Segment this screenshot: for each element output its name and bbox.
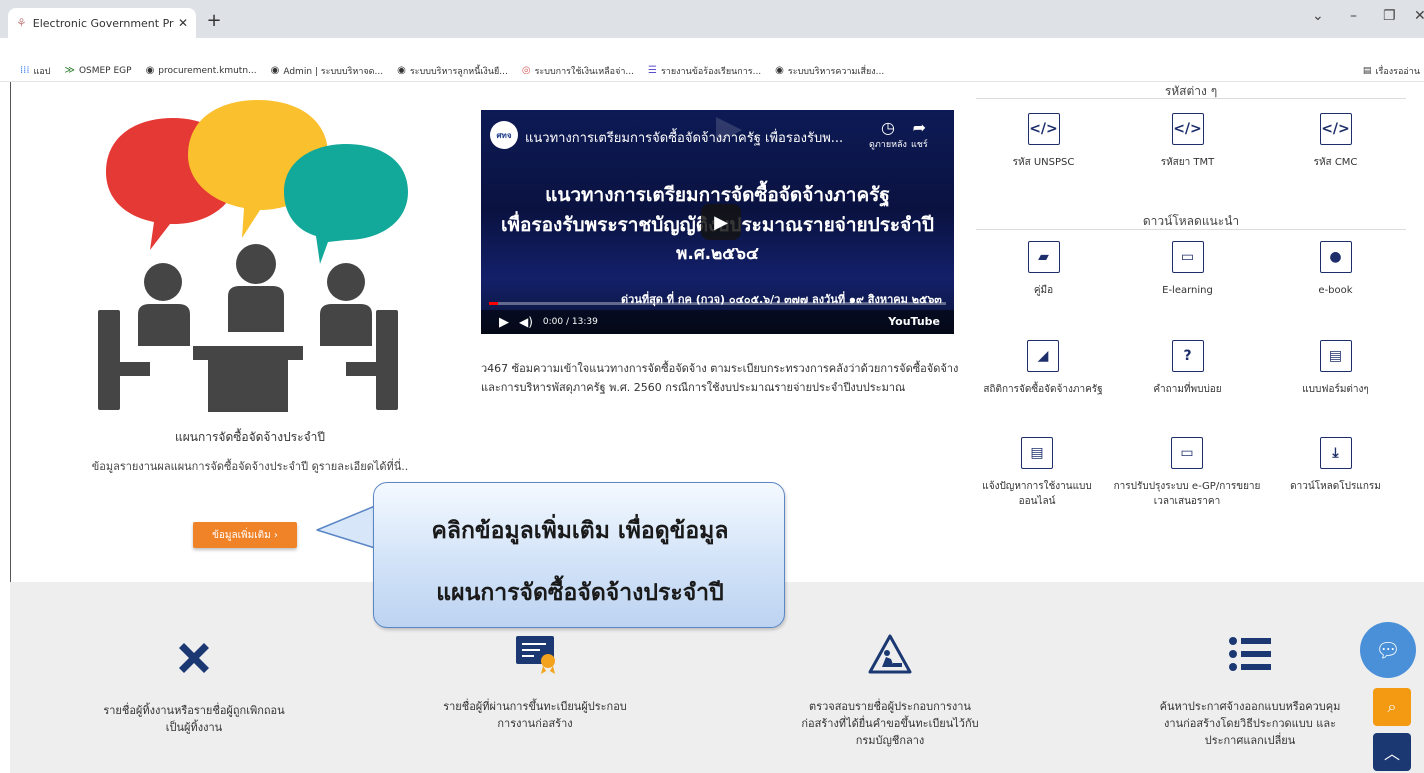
youtube-video-embed[interactable]: ▶ ศทจ แนวทางการเตรียมการจัดซื้อจัดจ้างภา… xyxy=(481,110,954,334)
globe-icon: ◉ xyxy=(775,65,784,76)
bookmark-procurement[interactable]: ◉ procurement.kmutn... xyxy=(146,65,257,76)
close-tab-icon[interactable]: ✕ xyxy=(178,16,188,30)
bookmark-risk[interactable]: ◉ ระบบบริหารความเสี่ยง... xyxy=(775,64,884,78)
volume-icon[interactable]: ◀) xyxy=(519,315,533,329)
address-bar xyxy=(0,38,1424,60)
apps-icon: ⁞⁞⁞ xyxy=(20,65,30,76)
instruction-callout: คลิกข้อมูลเพิ่มเติม เพื่อดูข้อมูล แผนการ… xyxy=(373,482,785,628)
minimize-icon[interactable]: – xyxy=(1350,8,1357,24)
download-elearning-tile[interactable]: ▭ E-learning xyxy=(1116,241,1259,298)
chart-icon: ◢ xyxy=(1027,340,1059,372)
video-control-bar: ▶ ◀) 0:00 / 13:39 xyxy=(481,310,954,334)
back-to-top-button[interactable]: ︿ xyxy=(1373,733,1411,771)
meeting-illustration xyxy=(98,100,408,412)
plan-description[interactable]: ข้อมูลรายงานผลแผนการจัดซื้อจัดจ้างประจำป… xyxy=(0,457,500,475)
download-icon: ⤓ xyxy=(1319,437,1352,469)
restore-icon[interactable]: ❐ xyxy=(1383,8,1396,24)
callout-pointer xyxy=(316,505,376,549)
download-faq-tile[interactable]: ? คำถามที่พบบ่อย xyxy=(1116,340,1259,397)
monitor-icon: ▭ xyxy=(1171,241,1204,273)
registered-contractors-link[interactable]: รายชื่อผู้ที่ผ่านการขึ้นทะเบียนผู้ประกอบ… xyxy=(415,632,655,732)
video-description: ว467 ซ้อมความเข้าใจแนวทางการจัดซื้อจัดจ้… xyxy=(481,362,959,394)
download-program-tile[interactable]: ⤓ ดาวน์โหลดโปรแกรม xyxy=(1264,437,1407,494)
list-icon xyxy=(1130,632,1370,676)
code-icon: </> xyxy=(1171,113,1204,145)
chevron-double-icon: ≫ xyxy=(64,65,75,76)
chat-icon: 💬︎ xyxy=(1375,638,1401,662)
globe-icon: ◉ xyxy=(397,65,406,76)
bookmarks-bar: ⁞⁞⁞ แอป ≫ OSMEP EGP ◉ procurement.kmutn... … xyxy=(0,60,1424,82)
document-icon: ▤ xyxy=(1021,437,1053,469)
code-unspsc-tile[interactable]: </> รหัส UNSPSC xyxy=(972,113,1115,170)
channel-avatar[interactable]: ศทจ xyxy=(490,121,518,149)
watch-later-button[interactable]: ◷ ดูภายหลัง xyxy=(869,118,907,151)
browser-tab[interactable]: ⚘ Electronic Government Procurem ✕ xyxy=(8,8,196,38)
download-forms-tile[interactable]: ▤ แบบฟอร์มต่างๆ xyxy=(1264,340,1407,397)
bookmark-budget[interactable]: ◎ ระบบการใช้เงินเหลือจ่า... xyxy=(522,64,634,78)
code-tmt-tile[interactable]: </> รหัสยา TMT xyxy=(1116,113,1259,170)
x-icon xyxy=(74,636,314,680)
tab-title: Electronic Government Procurem xyxy=(32,16,174,30)
globe-icon: ◉ xyxy=(145,65,155,76)
browser-tab-bar: ⚘ Electronic Government Procurem ✕ + ⌄ –… xyxy=(0,0,1424,38)
video-title[interactable]: แนวทางการเตรียมการจัดซื้อจัดจ้างภาครัฐ เ… xyxy=(525,127,870,148)
share-button[interactable]: ➦ แชร์ xyxy=(911,118,928,151)
egp-update-tile[interactable]: ▭ การปรับปรุงระบบ e-GP/การขยายเวลาเสนอรา… xyxy=(1112,437,1262,509)
code-icon: </> xyxy=(1319,113,1352,145)
construction-icon xyxy=(770,632,1010,676)
question-icon: ? xyxy=(1171,340,1204,372)
search-icon: ⌕ xyxy=(1387,697,1397,716)
callout-line2: แผนการจัดซื้อจัดจ้างประจำปี xyxy=(436,580,724,606)
clock-icon: ◷ xyxy=(880,118,895,137)
bookmark-apps[interactable]: ⁞⁞⁞ แอป xyxy=(20,64,50,78)
seal-icon: ◎ xyxy=(521,65,531,76)
downloads-divider xyxy=(976,229,1406,230)
callout-line1: คลิกข้อมูลเพิ่มเติม เพื่อดูข้อมูล xyxy=(431,518,729,544)
code-cmc-tile[interactable]: </> รหัส CMC xyxy=(1264,113,1407,170)
reading-list[interactable]: ▤ เรื่องรออ่าน xyxy=(1363,64,1420,78)
play-button[interactable]: ▶ xyxy=(701,204,741,240)
bookmark-debtor[interactable]: ◉ ระบบบริหารลูกหนี้เงินยื... xyxy=(397,64,508,78)
book-icon: ▰ xyxy=(1027,241,1060,273)
tab-search-icon[interactable]: ⌄ xyxy=(1312,8,1324,24)
play-control-icon[interactable]: ▶ xyxy=(499,315,509,330)
bookmark-osmep[interactable]: ≫ OSMEP EGP xyxy=(64,65,131,76)
plan-title: แผนการจัดซื้อจัดจ้างประจำปี xyxy=(175,430,325,444)
new-tab-button[interactable]: + xyxy=(204,10,224,31)
download-stats-tile[interactable]: ◢ สถิติการจัดซื้อจัดจ้างภาครัฐ xyxy=(968,340,1118,397)
bookmark-admin[interactable]: ◉ Admin | ระบบบริหาจด... xyxy=(271,64,384,78)
search-button[interactable]: ⌕ xyxy=(1373,688,1411,726)
more-info-button[interactable]: ข้อมูลเพิ่มเติม › xyxy=(193,522,297,548)
certificate-icon xyxy=(415,632,655,676)
reading-list-icon: ▤ xyxy=(1362,66,1372,76)
bookmark-complaints[interactable]: ☰ รายงานข้อร้องเรียนการ... xyxy=(648,64,761,78)
tablet-icon: ● xyxy=(1319,241,1352,273)
chevron-up-icon: ︿ xyxy=(1383,744,1400,763)
monitor-icon: ▭ xyxy=(1171,437,1203,469)
design-contest-link[interactable]: ค้นหาประกาศจ้างออกแบบหรือควบคุม งานก่อสร้… xyxy=(1130,632,1370,749)
close-window-icon[interactable]: ✕ xyxy=(1414,8,1424,24)
video-caption-line3: พ.ศ.๒๕๖๔ xyxy=(676,244,759,264)
play-icon: ▶ xyxy=(714,211,728,233)
video-progress-bar[interactable] xyxy=(489,302,946,305)
chat-button[interactable]: 💬︎ xyxy=(1360,622,1416,678)
youtube-logo[interactable]: YouTube xyxy=(888,315,940,328)
site-favicon-icon: ⚘ xyxy=(16,16,27,30)
video-ticker: ด่วนที่สุด ที่ กค (กวจ) ๐๔๐๕.๖/ว ๓๗๗ ลงว… xyxy=(621,293,942,306)
download-ebook-tile[interactable]: ● e-book xyxy=(1264,241,1407,298)
code-icon: </> xyxy=(1027,113,1060,145)
document-icon: ▤ xyxy=(1319,340,1352,372)
video-time: 0:00 / 13:39 xyxy=(542,317,598,327)
blacklist-link[interactable]: รายชื่อผู้ทิ้งงานหรือรายชื่อผู้ถูกเพิกถอ… xyxy=(74,636,314,736)
codes-divider xyxy=(976,98,1406,99)
report-problem-tile[interactable]: ▤ แจ้งปัญหาการใช้งานแบบออนไลน์ xyxy=(972,437,1102,509)
check-contractors-link[interactable]: ตรวจสอบรายชื่อผู้ประกอบการงาน ก่อสร้างที่… xyxy=(770,632,1010,749)
download-manual-tile[interactable]: ▰ คู่มือ xyxy=(972,241,1115,298)
globe-icon: ◉ xyxy=(270,65,280,76)
share-icon: ➦ xyxy=(912,118,927,137)
list-icon: ☰ xyxy=(647,65,657,76)
video-progress-fill xyxy=(489,302,499,305)
